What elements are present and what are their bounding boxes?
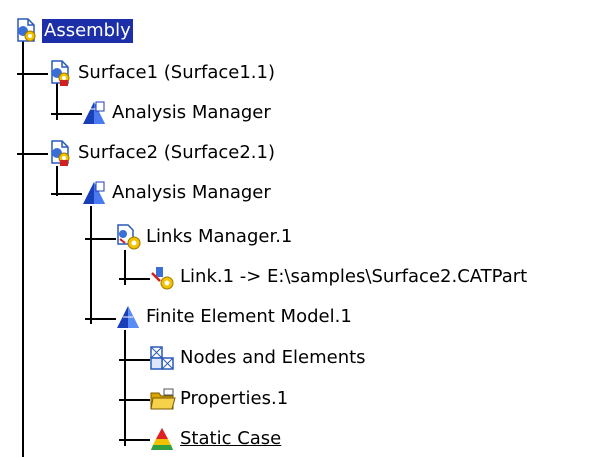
tree-node-label: Nodes and Elements: [180, 347, 366, 368]
tree-node-label: Static Case: [180, 428, 282, 449]
collapse-toggle[interactable]: [17, 68, 29, 80]
tree-node-label: Surface2 (Surface2.1): [78, 142, 275, 163]
tree-node-surface2[interactable]: Surface2 (Surface2.1): [46, 138, 277, 168]
part-surface-icon: [46, 59, 74, 87]
collapse-toggle[interactable]: [51, 188, 63, 200]
specification-tree: Assembly Surface1 (Surface1.1) Analysis …: [0, 0, 602, 457]
tree-node-label: Properties.1: [180, 388, 289, 409]
tree-line: [90, 206, 92, 324]
part-surface-icon: [46, 139, 74, 167]
folder-icon: [148, 385, 176, 413]
tree-node-label: Link.1 -> E:\samples\Surface2.CATPart: [180, 266, 528, 287]
nodes-elements-icon: [148, 344, 176, 372]
tree-node-assembly[interactable]: Assembly: [12, 16, 133, 46]
tree-node-analysis-manager[interactable]: Analysis Manager: [80, 98, 273, 128]
tree-node-properties[interactable]: Properties.1: [148, 384, 290, 414]
tree-node-analysis-manager[interactable]: Analysis Manager: [80, 178, 273, 208]
tree-node-label: Finite Element Model.1: [146, 306, 352, 327]
tree-node-surface1[interactable]: Surface1 (Surface1.1): [46, 58, 277, 88]
tree-node-label: Analysis Manager: [112, 102, 271, 123]
tree-node-links-manager[interactable]: Links Manager.1: [114, 222, 294, 252]
link-icon: [148, 263, 176, 291]
collapse-toggle[interactable]: [85, 233, 97, 245]
tree-node-label: Links Manager.1: [146, 226, 293, 247]
expand-toggle[interactable]: [119, 354, 131, 366]
analysis-manager-icon: [80, 179, 108, 207]
tree-line: [22, 40, 24, 457]
tree-node-static-case[interactable]: Static Case: [148, 424, 283, 454]
expand-toggle[interactable]: [119, 273, 131, 285]
links-manager-icon: [114, 223, 142, 251]
static-case-icon: [148, 425, 176, 453]
expand-toggle[interactable]: [119, 394, 131, 406]
tree-node-nodes-and-elements[interactable]: Nodes and Elements: [148, 343, 368, 373]
assembly-icon: [12, 17, 40, 45]
collapse-toggle[interactable]: [17, 148, 29, 160]
collapse-toggle[interactable]: [85, 313, 97, 325]
tree-node-label: Surface1 (Surface1.1): [78, 62, 275, 83]
tree-node-label: Assembly: [42, 19, 133, 43]
tree-node-finite-element-model[interactable]: Finite Element Model.1: [114, 302, 354, 332]
expand-toggle[interactable]: [119, 434, 131, 446]
tree-line: [124, 330, 126, 442]
tree-node-label: Analysis Manager: [112, 182, 271, 203]
expand-toggle[interactable]: [51, 108, 63, 120]
tree-node-link1[interactable]: Link.1 -> E:\samples\Surface2.CATPart: [148, 262, 529, 292]
analysis-manager-icon: [80, 99, 108, 127]
finite-element-model-icon: [114, 303, 142, 331]
